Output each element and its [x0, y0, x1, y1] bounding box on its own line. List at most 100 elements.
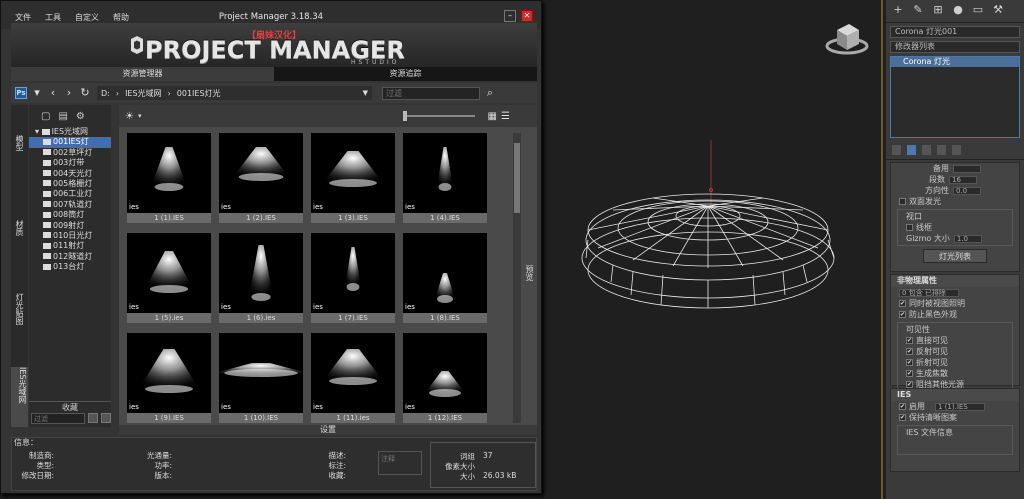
wireframe-lamp-object[interactable] — [573, 130, 863, 330]
3d-viewport[interactable] — [543, 0, 883, 499]
ies-thumbnail[interactable]: ies 1 (5).ies — [127, 233, 211, 325]
settings-bar[interactable]: 设置 — [119, 425, 537, 435]
new-folder-icon[interactable]: ▢ — [41, 111, 50, 122]
tree-folder-item[interactable]: 006工业灯 — [29, 189, 111, 199]
make-unique-icon[interactable] — [922, 145, 931, 155]
tree-folder-item[interactable]: 009射灯 — [29, 221, 111, 231]
tree-folder-item[interactable]: 005格栅灯 — [29, 179, 111, 189]
ies-thumbnail[interactable]: ies 1 (7).IES — [311, 233, 395, 325]
ies-thumbnail[interactable]: ies 1 (2).IES — [219, 133, 303, 225]
checkbox-row[interactable]: ✔ 反射可见 — [898, 346, 1012, 357]
remove-modifier-icon[interactable] — [937, 145, 946, 155]
modifier-stack[interactable]: Corona 灯光 — [890, 56, 1020, 138]
include-exclude-field[interactable]: 0 包含 已排除 — [891, 287, 1019, 298]
tree-folder-item[interactable]: 008筒灯 — [29, 210, 111, 220]
modifier-list-dropdown[interactable]: 修改器列表 — [890, 41, 1020, 53]
dropdown-arrow-icon[interactable]: ▾ — [31, 87, 43, 99]
param-spinner[interactable]: 16 — [949, 175, 977, 184]
breadcrumb-folder[interactable]: IES光域网 — [125, 88, 162, 99]
gizmo-size-spinner[interactable]: 1.0 — [953, 234, 982, 243]
tree-folder-item[interactable]: 007轨道灯 — [29, 200, 111, 210]
preview-side-tab[interactable]: 预览 — [523, 265, 535, 281]
display-tab-icon[interactable]: ▭ — [972, 4, 984, 16]
utilities-tab-icon[interactable]: ⚒ — [992, 4, 1004, 16]
ies-thumbnail[interactable]: ies 1 (6).ies — [219, 233, 303, 325]
param-spinner[interactable] — [953, 164, 981, 173]
tree-folder-item[interactable]: 011射灯 — [29, 241, 111, 251]
tree-folder-item[interactable]: 003灯带 — [29, 158, 111, 168]
wireframe-checkbox[interactable]: 线框 — [898, 222, 1012, 233]
hierarchy-tab-icon[interactable]: ⊞ — [932, 4, 944, 16]
light-list-button[interactable]: 灯光列表 — [923, 249, 987, 263]
checkbox-label: 折射可见 — [916, 358, 948, 367]
show-end-result-icon[interactable] — [907, 145, 916, 155]
modifier-stack-item[interactable]: Corona 灯光 — [891, 57, 1019, 67]
tab-tracking[interactable]: 资源追踪 — [274, 67, 537, 81]
forward-icon[interactable]: › — [63, 87, 75, 99]
two-sided-checkbox[interactable]: 双面发光 — [891, 196, 1019, 207]
ies-rollout-header[interactable]: IES — [891, 389, 1019, 401]
thumbnail-grid: ies 1 (1).IES ies 1 (2).IES ies 1 (3).IES ies 1… — [127, 133, 499, 431]
tree-folder-item[interactable]: 010日光灯 — [29, 231, 111, 241]
tree-folder-item[interactable]: 001IES灯 — [29, 137, 111, 148]
side-tab-models[interactable]: 模型 — [14, 135, 25, 151]
tree-folder-item[interactable]: 012隧道灯 — [29, 252, 111, 262]
ies-thumbnail[interactable]: ies 1 (3).IES — [311, 133, 395, 225]
view-mode-icon[interactable]: ▤ — [58, 111, 67, 122]
checkbox-row[interactable]: ✔ 同时被视图照明 — [891, 298, 1019, 309]
sort-icon[interactable]: ☰ — [501, 111, 510, 122]
gallery-scrollbar[interactable] — [513, 133, 521, 423]
thumbnail-size-slider[interactable] — [403, 111, 476, 121]
configure-sets-icon[interactable] — [952, 145, 961, 155]
minimize-button[interactable]: – — [504, 10, 516, 22]
side-tab-lightmaps[interactable]: 灯光贴图 — [14, 293, 25, 325]
breadcrumb[interactable]: D: › IES光域网 › 001IES灯光 ▼ — [97, 86, 372, 100]
ies-thumbnail[interactable]: ies 1 (8).IES — [403, 233, 487, 325]
side-tab-materials[interactable]: 材质 — [14, 220, 25, 236]
ies-thumbnail[interactable]: ies 1 (4).IES — [403, 133, 487, 225]
checkbox-row[interactable]: ✔ 生成焦散 — [898, 368, 1012, 379]
ies-enable-checkbox[interactable]: ✔ 启用 1 (1).IES — [891, 401, 1019, 412]
tab-explorer[interactable]: 资源管理器 — [11, 67, 274, 81]
photoshop-icon[interactable]: Ps — [15, 87, 27, 99]
checkbox-row[interactable]: ✔ 直接可见 — [898, 335, 1012, 346]
breadcrumb-drive[interactable]: D: — [101, 89, 110, 98]
breadcrumb-dropdown-icon[interactable]: ▼ — [363, 89, 368, 97]
close-button[interactable]: ✕ — [521, 10, 533, 22]
nonphysical-rollout-header[interactable]: 非物理属性 — [891, 275, 1019, 287]
viewcube-icon[interactable] — [823, 20, 873, 60]
tree-folder-item[interactable]: 013台灯 — [29, 262, 111, 272]
tree-folder-item[interactable]: 002草坪灯 — [29, 148, 111, 158]
checkbox-row[interactable]: ✔ 防止黑色外观 — [891, 309, 1019, 320]
motion-tab-icon[interactable]: ● — [952, 4, 964, 16]
ies-thumbnail[interactable]: ies 1 (9).IES — [127, 333, 211, 425]
modify-tab-icon[interactable]: ✎ — [912, 4, 924, 16]
breadcrumb-subfolder[interactable]: 001IES灯光 — [177, 88, 221, 99]
search-input[interactable] — [382, 86, 480, 100]
settings-gear-icon[interactable]: ⚙ — [76, 111, 85, 122]
ies-file-button[interactable]: 1 (1).IES — [935, 402, 985, 411]
ies-thumbnail[interactable]: ies 1 (11).ies — [311, 333, 395, 425]
object-name-field[interactable]: Corona 灯光001 — [890, 26, 1020, 38]
light-dropdown-icon[interactable]: ▾ — [138, 112, 142, 120]
refresh-icon[interactable]: ↻ — [79, 87, 91, 99]
grid-view-icon[interactable]: ▦ — [487, 111, 496, 122]
favorites-remove-button[interactable] — [101, 413, 111, 423]
ies-thumbnail[interactable]: ies 1 (1).IES — [127, 133, 211, 225]
tree-root[interactable]: ▾ IES光域网 — [29, 127, 111, 137]
favorites-filter-input[interactable]: 过滤 — [31, 412, 86, 424]
create-tab-icon[interactable]: + — [892, 4, 904, 16]
light-icon[interactable]: ☀ — [125, 111, 134, 122]
back-icon[interactable]: ‹ — [47, 87, 59, 99]
checkbox-row[interactable]: ✔ 折射可见 — [898, 357, 1012, 368]
keep-sharp-checkbox[interactable]: ✔ 保持清晰图案 — [891, 412, 1019, 423]
notes-field[interactable]: 注释 — [378, 451, 422, 475]
search-icon[interactable]: ⌕ — [484, 87, 496, 99]
param-spinner[interactable]: 0.0 — [953, 186, 981, 195]
pin-stack-icon[interactable] — [892, 145, 901, 155]
ies-thumbnail[interactable]: ies 1 (12).IES — [403, 333, 487, 425]
ies-thumbnail[interactable]: ies 1 (10).IES — [219, 333, 303, 425]
favorites-add-button[interactable] — [88, 413, 99, 423]
side-tab-ies[interactable]: IES光域网 — [11, 367, 28, 427]
tree-folder-item[interactable]: 004天光灯 — [29, 169, 111, 179]
